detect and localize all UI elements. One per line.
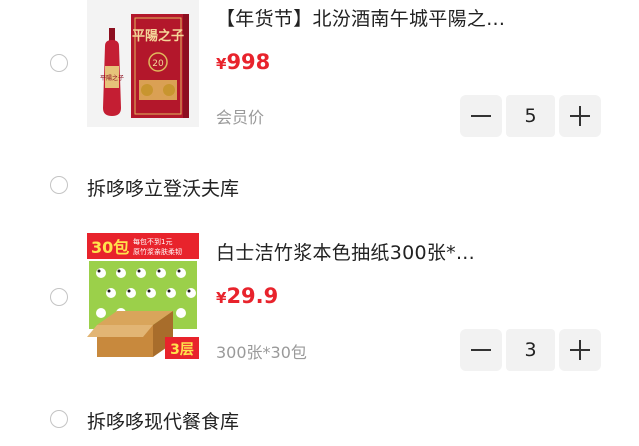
- item-select-radio[interactable]: [50, 54, 68, 72]
- store-select-radio[interactable]: [50, 176, 68, 194]
- product-price: ¥998: [216, 50, 270, 74]
- product-spec: 会员价: [216, 108, 265, 127]
- quantity-input[interactable]: 5: [506, 95, 555, 137]
- store-name[interactable]: 拆哆哆立登沃夫库: [87, 174, 239, 201]
- product-image-tissue[interactable]: 30包 每包不到1元 原竹浆亲肤柔韧 3层: [87, 233, 199, 360]
- quantity-stepper: 5: [460, 95, 601, 137]
- currency-symbol: ¥: [216, 289, 227, 307]
- item-select-radio[interactable]: [50, 288, 68, 306]
- box-age-label: 20: [152, 59, 164, 69]
- product-title[interactable]: 【年货节】北汾酒南午城平陽之...: [216, 4, 505, 31]
- store-name[interactable]: 拆哆哆现代餐食库: [87, 407, 239, 434]
- box-brand-text: 平陽之子: [132, 28, 184, 44]
- decrease-button[interactable]: [460, 329, 502, 371]
- price-value: 29.9: [226, 284, 279, 308]
- minus-icon: [471, 349, 491, 351]
- currency-symbol: ¥: [216, 55, 227, 73]
- increase-button[interactable]: [559, 95, 601, 137]
- promo-line-2: 原竹浆亲肤柔韧: [133, 247, 182, 256]
- bottle-label-text: 平陽之子: [100, 74, 124, 82]
- minus-icon: [471, 115, 491, 117]
- promo-line-1: 每包不到1元: [133, 237, 172, 246]
- product-spec: 300张*30包: [216, 343, 307, 362]
- price-value: 998: [226, 50, 271, 74]
- layer-count-label: 3层: [170, 342, 194, 358]
- quantity-stepper: 3: [460, 329, 601, 371]
- store-select-radio[interactable]: [50, 410, 68, 428]
- product-price: ¥29.9: [216, 284, 278, 308]
- decrease-button[interactable]: [460, 95, 502, 137]
- product-image-baijiu[interactable]: 平陽之子 20 平陽之子: [87, 0, 199, 127]
- product-title[interactable]: 白士洁竹浆本色抽纸300张*...: [216, 238, 475, 265]
- increase-button[interactable]: [559, 329, 601, 371]
- pack-count-badge: 30包: [91, 238, 129, 257]
- quantity-input[interactable]: 3: [506, 329, 555, 371]
